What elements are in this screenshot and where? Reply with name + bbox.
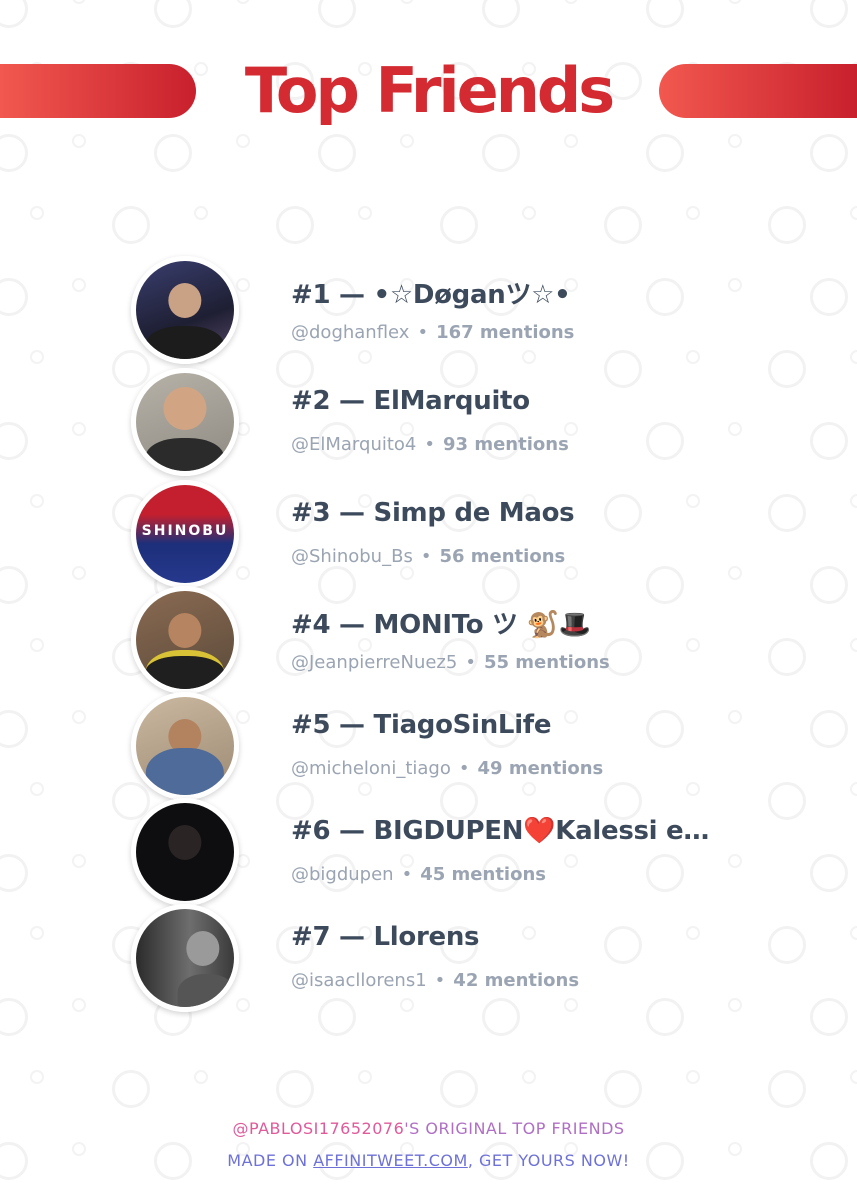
friend-meta: @micheloni_tiago • 49 mentions [291, 758, 604, 779]
pattern-mark [646, 134, 684, 172]
pattern-mark [72, 134, 86, 148]
pattern-mark [850, 206, 857, 220]
friend-name: #6 — BIGDUPEN❤️Kalessi e… [291, 816, 710, 846]
pattern-mark [112, 206, 150, 244]
pattern-mark [358, 1070, 372, 1084]
pattern-mark [728, 134, 742, 148]
list-item: #5 — TiagoSinLife @micheloni_tiago • 49 me… [0, 692, 857, 800]
pattern-mark [522, 1070, 536, 1084]
friend-name: #7 — Llorens [291, 922, 480, 952]
pattern-mark [318, 0, 356, 28]
pattern-mark [850, 1070, 857, 1084]
footer-handle: @PABLOSI17652076 [232, 1119, 405, 1138]
affinitweet-link[interactable]: AFFINITWEET.COM [313, 1151, 468, 1170]
pattern-mark [194, 1070, 208, 1084]
pattern-mark [154, 134, 192, 172]
page-title: Top Friends [244, 54, 615, 127]
mention-count: 42 mentions [453, 970, 580, 991]
list-item: SHINOBU #3 — Simp de Maos @Shinobu_Bs • 56… [0, 480, 857, 588]
avatar [131, 798, 239, 906]
footer-line-1: @PABLOSI17652076'S ORIGINAL TOP FRIENDS [232, 1119, 625, 1138]
pattern-mark [154, 0, 192, 28]
pattern-mark [522, 206, 536, 220]
list-item: #4 — MONITo ツ 🐒🎩 @JeanpierreNuez5 • 55 men… [0, 586, 857, 694]
avatar [131, 586, 239, 694]
friend-handle: @doghanflex [291, 322, 410, 343]
avatar [131, 692, 239, 800]
pattern-mark [482, 134, 520, 172]
list-item: #7 — Llorens @isaacllorens1 • 42 mentions [0, 904, 857, 1012]
friend-handle: @isaacllorens1 [291, 970, 427, 991]
pattern-mark [194, 206, 208, 220]
pattern-mark [440, 1070, 478, 1108]
pattern-mark [482, 0, 520, 28]
pattern-mark [276, 1070, 314, 1108]
avatar [131, 368, 239, 476]
pattern-mark [810, 0, 848, 28]
pattern-mark [276, 206, 314, 244]
pattern-mark [604, 1070, 642, 1108]
pattern-mark [564, 134, 578, 148]
list-item: #6 — BIGDUPEN❤️Kalessi e… @bigdupen • 45 m… [0, 798, 857, 906]
pattern-mark [728, 0, 742, 4]
pattern-mark [400, 134, 414, 148]
pattern-mark [686, 206, 700, 220]
pattern-mark [236, 134, 250, 148]
mention-count: 45 mentions [420, 864, 546, 885]
friend-name: #2 — ElMarquito [291, 386, 530, 416]
friend-meta: @JeanpierreNuez5 • 55 mentions [291, 652, 610, 673]
mention-count: 49 mentions [477, 758, 604, 779]
pattern-mark [564, 0, 578, 4]
friend-meta: @isaacllorens1 • 42 mentions [291, 970, 580, 991]
mention-count: 93 mentions [443, 434, 569, 455]
friend-meta: @ElMarquito4 • 93 mentions [291, 434, 569, 455]
friend-meta: @Shinobu_Bs • 56 mentions [291, 546, 566, 567]
friend-name: #3 — Simp de Maos [291, 498, 575, 528]
pattern-mark [112, 1070, 150, 1108]
pattern-mark [72, 0, 86, 4]
friend-meta: @bigdupen • 45 mentions [291, 864, 546, 885]
avatar [131, 904, 239, 1012]
friend-name: #1 — •☆Døganツ☆• [291, 280, 571, 310]
mention-count: 56 mentions [439, 546, 566, 567]
friend-handle: @Shinobu_Bs [291, 546, 413, 567]
mention-count: 167 mentions [436, 322, 575, 343]
list-item: #1 — •☆Døganツ☆• @doghanflex • 167 mentions [0, 256, 857, 364]
pattern-mark [686, 1070, 700, 1084]
pattern-mark [30, 1070, 44, 1084]
footer-line-2: MADE ON AFFINITWEET.COM, GET YOURS NOW! [227, 1151, 630, 1170]
pattern-mark [400, 0, 414, 4]
header: Top Friends [0, 54, 857, 127]
pattern-mark [768, 1070, 806, 1108]
friend-handle: @JeanpierreNuez5 [291, 652, 458, 673]
friend-name: #5 — TiagoSinLife [291, 710, 552, 740]
pattern-mark [440, 206, 478, 244]
pattern-mark [318, 134, 356, 172]
friend-handle: @micheloni_tiago [291, 758, 451, 779]
header-bar-right [659, 64, 857, 118]
pattern-mark [810, 134, 848, 172]
avatar [131, 256, 239, 364]
pattern-mark [646, 0, 684, 28]
footer: @PABLOSI17652076'S ORIGINAL TOP FRIENDS … [0, 1113, 857, 1177]
pattern-mark [768, 206, 806, 244]
friend-handle: @bigdupen [291, 864, 394, 885]
pattern-mark [0, 0, 28, 28]
header-bar-left [0, 64, 196, 118]
pattern-mark [30, 206, 44, 220]
pattern-mark [0, 134, 28, 172]
pattern-mark [236, 0, 250, 4]
friend-handle: @ElMarquito4 [291, 434, 417, 455]
friend-meta: @doghanflex • 167 mentions [291, 322, 575, 343]
friend-name: #4 — MONITo ツ 🐒🎩 [291, 610, 591, 640]
mention-count: 55 mentions [483, 652, 610, 673]
avatar: SHINOBU [131, 480, 239, 588]
list-item: #2 — ElMarquito @ElMarquito4 • 93 mentions [0, 368, 857, 476]
pattern-mark [604, 206, 642, 244]
pattern-mark [358, 206, 372, 220]
